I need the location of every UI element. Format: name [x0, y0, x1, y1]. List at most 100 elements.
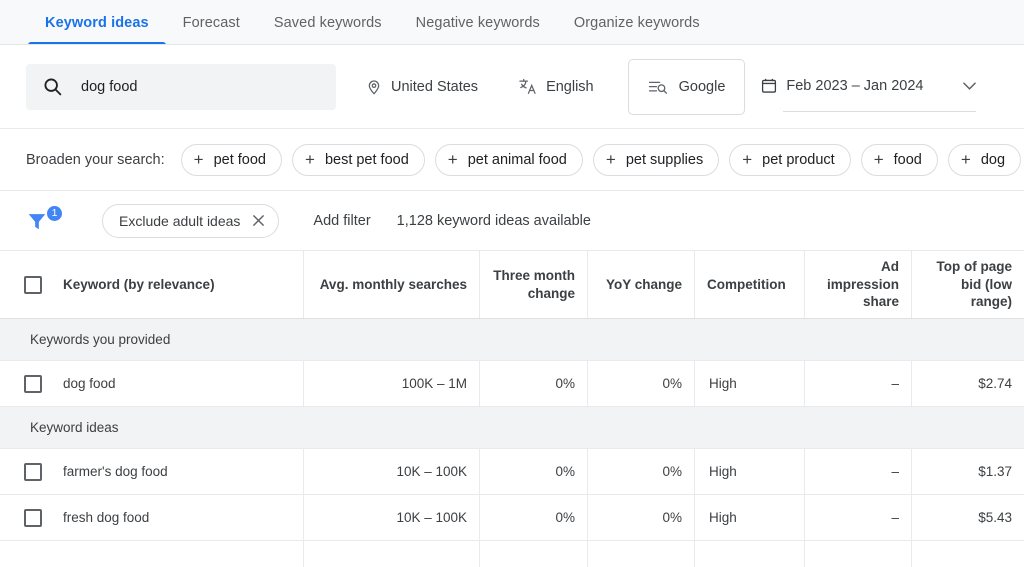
column-header-label: Three month change	[492, 267, 575, 303]
column-header-keyword[interactable]: Keyword (by relevance)	[0, 251, 304, 318]
column-header-label: Ad impression share	[817, 258, 899, 311]
column-header-label: YoY change	[606, 276, 682, 294]
column-header-avg-monthly-searches[interactable]: Avg. monthly searches	[304, 251, 480, 318]
translate-icon	[518, 77, 537, 96]
row-checkbox[interactable]	[24, 463, 42, 481]
chip-label: pet product	[762, 152, 835, 168]
cell-top-of-page-bid: $1.37	[912, 449, 1024, 494]
cell-keyword: fresh dog food	[0, 495, 304, 540]
select-all-checkbox[interactable]	[24, 276, 42, 294]
cell-avg-monthly-searches: 10K – 100K	[304, 449, 480, 494]
calendar-icon	[761, 77, 777, 94]
add-filter-button[interactable]: Add filter	[313, 213, 370, 229]
cell-competition	[695, 541, 805, 567]
language-selector[interactable]: English	[508, 67, 604, 107]
row-checkbox[interactable]	[24, 509, 42, 527]
cell-yoy-change: 0%	[588, 449, 695, 494]
table-header-row: Keyword (by relevance) Avg. monthly sear…	[0, 251, 1024, 319]
column-header-competition[interactable]: Competition	[695, 251, 805, 318]
search-input[interactable]: dog food	[26, 64, 336, 110]
section-header-keywords-you-provided: Keywords you provided	[0, 319, 1024, 361]
chip-label: best pet food	[325, 152, 409, 168]
cell-ad-impression-share: –	[805, 449, 912, 494]
cell-avg-monthly-searches	[304, 541, 480, 567]
broaden-chip-best-pet-food[interactable]: + best pet food	[292, 144, 425, 176]
network-selector-button[interactable]: Google	[628, 59, 746, 115]
cell-yoy-change: 0%	[588, 361, 695, 406]
plus-icon: +	[448, 151, 458, 168]
column-header-top-of-page-bid[interactable]: Top of page bid (low range)	[912, 251, 1024, 318]
column-header-label: Top of page bid (low range)	[924, 258, 1012, 311]
table-row[interactable]: farmer's dog food 10K – 100K 0% 0% High …	[0, 449, 1024, 495]
broaden-search-label: Broaden your search:	[26, 152, 165, 168]
keyword-planner-app: Keyword ideas Forecast Saved keywords Ne…	[0, 0, 1024, 567]
broaden-chip-food[interactable]: +food	[861, 144, 938, 176]
broaden-chip-pet-supplies[interactable]: + pet supplies	[593, 144, 719, 176]
column-header-ad-impression-share[interactable]: Ad impression share	[805, 251, 912, 318]
cell-yoy-change	[588, 541, 695, 567]
cell-three-month-change: 0%	[480, 449, 588, 494]
cell-competition: High	[695, 495, 805, 540]
tab-label: Organize keywords	[574, 15, 700, 31]
filter-row: 1 Exclude adult ideas Add filter 1,128 k…	[0, 191, 1024, 251]
cell-ad-impression-share	[805, 541, 912, 567]
plus-icon: +	[874, 151, 884, 168]
plus-icon: +	[742, 151, 752, 168]
column-header-label: Avg. monthly searches	[320, 276, 467, 294]
broaden-chip-pet-food[interactable]: + pet food	[181, 144, 282, 176]
column-header-three-month-change[interactable]: Three month change	[480, 251, 588, 318]
search-icon	[42, 76, 63, 97]
cell-competition: High	[695, 361, 805, 406]
column-header-yoy-change[interactable]: YoY change	[588, 251, 695, 318]
cell-ad-impression-share: –	[805, 495, 912, 540]
cell-keyword	[0, 541, 304, 567]
location-label: United States	[391, 79, 478, 95]
date-range-selector[interactable]: Feb 2023 – Jan 2024	[761, 67, 976, 107]
tab-organize-keywords[interactable]: Organize keywords	[557, 0, 717, 45]
search-network-icon	[648, 79, 668, 95]
search-options-row: dog food United States English	[0, 45, 1024, 129]
tab-forecast[interactable]: Forecast	[166, 0, 257, 45]
table-row[interactable]: fresh dog food 10K – 100K 0% 0% High – $…	[0, 495, 1024, 541]
plus-icon: +	[606, 151, 616, 168]
chip-label: pet animal food	[468, 152, 567, 168]
tab-keyword-ideas[interactable]: Keyword ideas	[28, 0, 166, 45]
keyword-text: dog food	[63, 376, 116, 391]
chip-label: pet food	[214, 152, 266, 168]
keyword-ideas-count: 1,128 keyword ideas available	[397, 213, 591, 229]
keyword-text: fresh dog food	[63, 510, 149, 525]
keyword-results-table: Keyword (by relevance) Avg. monthly sear…	[0, 251, 1024, 567]
plus-icon: +	[194, 151, 204, 168]
filter-chip-exclude-adult-ideas[interactable]: Exclude adult ideas	[102, 204, 279, 238]
broaden-chip-pet-animal-food[interactable]: + pet animal food	[435, 144, 583, 176]
broaden-chip-pet-product[interactable]: + pet product	[729, 144, 851, 176]
section-header-keyword-ideas: Keyword ideas	[0, 407, 1024, 449]
column-header-label: Competition	[707, 276, 786, 294]
cell-avg-monthly-searches: 100K – 1M	[304, 361, 480, 406]
plus-icon: +	[305, 151, 315, 168]
keyword-text: farmer's dog food	[63, 464, 168, 479]
tab-negative-keywords[interactable]: Negative keywords	[399, 0, 557, 45]
table-row-partial[interactable]	[0, 541, 1024, 567]
section-title: Keywords you provided	[30, 332, 170, 347]
filter-count-badge: 1	[46, 205, 63, 222]
row-checkbox[interactable]	[24, 375, 42, 393]
location-selector[interactable]: United States	[356, 67, 488, 107]
language-label: English	[546, 79, 594, 95]
broaden-chip-dog[interactable]: +dog	[948, 144, 1021, 176]
cell-ad-impression-share: –	[805, 361, 912, 406]
tab-label: Negative keywords	[416, 15, 540, 31]
tab-saved-keywords[interactable]: Saved keywords	[257, 0, 399, 45]
chip-label: dog	[981, 152, 1005, 168]
tab-bar: Keyword ideas Forecast Saved keywords Ne…	[0, 0, 1024, 45]
date-range-underline	[783, 111, 976, 112]
chevron-down-icon[interactable]	[963, 77, 976, 95]
chip-label: pet supplies	[626, 152, 703, 168]
cell-yoy-change: 0%	[588, 495, 695, 540]
table-row[interactable]: dog food 100K – 1M 0% 0% High – $2.74	[0, 361, 1024, 407]
close-icon[interactable]	[252, 214, 265, 227]
tab-label: Forecast	[183, 15, 240, 31]
filter-chip-label: Exclude adult ideas	[119, 213, 240, 229]
cell-top-of-page-bid	[912, 541, 1024, 567]
filter-funnel-icon[interactable]: 1	[26, 205, 72, 237]
